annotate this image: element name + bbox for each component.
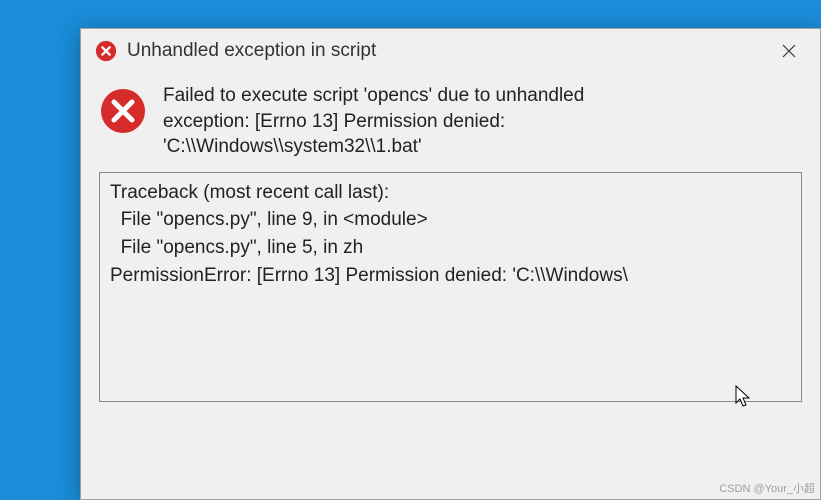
message-line: 'C:\\Windows\\system32\\1.bat' <box>163 134 584 160</box>
titlebar: Unhandled exception in script <box>81 29 820 73</box>
close-icon <box>781 43 797 59</box>
dialog-title: Unhandled exception in script <box>127 40 768 62</box>
error-message: Failed to execute script 'opencs' due to… <box>163 83 584 160</box>
message-row: Failed to execute script 'opencs' due to… <box>81 73 820 172</box>
message-line: Failed to execute script 'opencs' due to… <box>163 83 584 109</box>
error-dialog: Unhandled exception in script Failed to … <box>80 28 821 500</box>
message-line: exception: [Errno 13] Permission denied: <box>163 109 584 135</box>
close-button[interactable] <box>768 35 810 67</box>
error-icon-large <box>99 87 147 135</box>
watermark-text: CSDN @Your_小超 <box>719 480 815 496</box>
error-icon <box>95 40 117 62</box>
traceback-textbox[interactable]: Traceback (most recent call last): File … <box>99 172 802 402</box>
